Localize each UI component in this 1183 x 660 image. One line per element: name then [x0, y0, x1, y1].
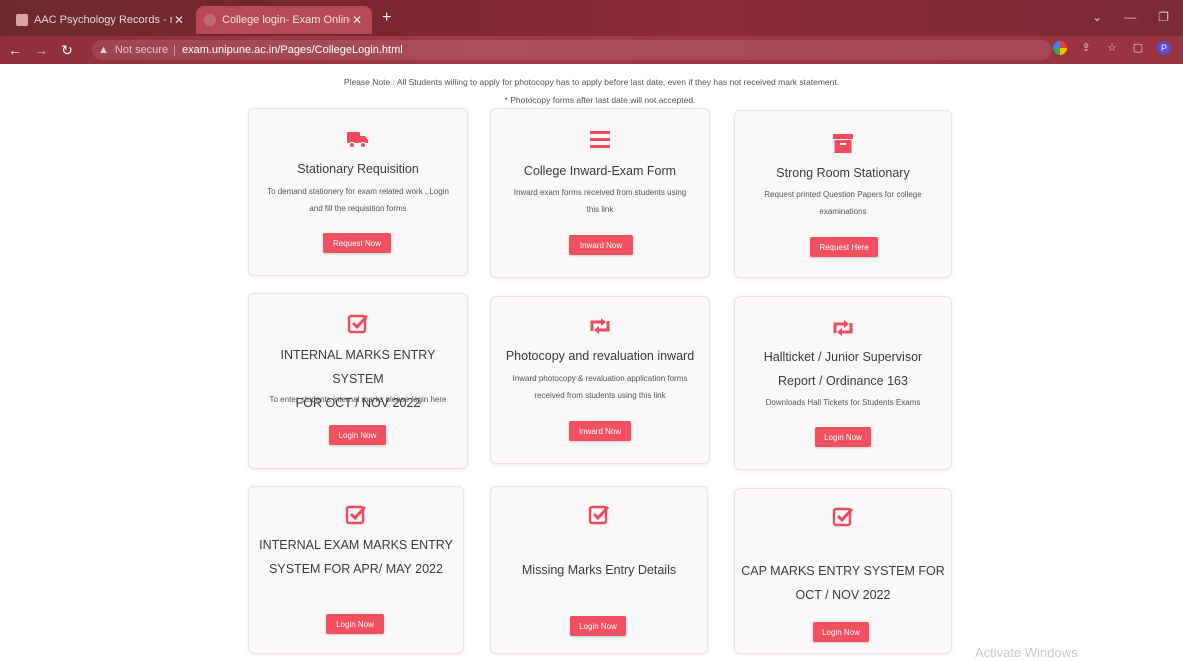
checkbox-icon [249, 312, 467, 341]
separator: | [173, 44, 176, 56]
card-title-line: CAP MARKS ENTRY SYSTEM FOR [741, 564, 945, 578]
menu-icon [491, 129, 709, 156]
browser-tab-2[interactable]: College login- Exam Online, Ex ✕ [196, 6, 372, 34]
card-title-line: SYSTEM FOR APR/ MAY 2022 [269, 562, 443, 576]
warning-icon: ▲ [98, 44, 109, 56]
site-icon [204, 14, 216, 26]
photocopy-deadline-note: * Photocopy forms after last date will n… [504, 95, 696, 105]
security-label: Not secure [114, 44, 169, 56]
gmail-icon [16, 14, 28, 26]
card-hallticket-junior-supervisor: Hallticket / Junior Supervisor Report / … [734, 296, 952, 470]
request-here-button[interactable]: Request Here [810, 237, 878, 257]
login-now-button[interactable]: Login Now [813, 622, 869, 642]
forward-icon[interactable]: → [30, 42, 52, 58]
card-description-line: To enter students internal marks please … [269, 395, 447, 404]
card-internal-marks-entry: INTERNAL MARKS ENTRY SYSTEM FOR OCT / NO… [248, 293, 468, 469]
url-text: exam.unipune.ac.in/Pages/CollegeLogin.ht… [181, 44, 403, 56]
card-title-line: INTERNAL EXAM MARKS ENTRY [259, 538, 453, 552]
card-description-line: Inward photocopy & revaluation applicati… [512, 374, 688, 383]
card-title: INTERNAL EXAM MARKS ENTRY SYSTEM FOR APR… [255, 533, 457, 581]
retweet-icon [491, 315, 709, 342]
truck-icon [249, 127, 467, 156]
close-tab-icon[interactable]: ✕ [350, 13, 364, 27]
share-icon[interactable]: ⇪ [1079, 41, 1093, 55]
card-title-line: Strong Room Stationary [776, 166, 910, 180]
chevron-down-icon[interactable]: ⌄ [1092, 10, 1102, 24]
card-title: Photocopy and revaluation inward [497, 344, 703, 368]
close-tab-icon[interactable]: ✕ [172, 13, 186, 27]
archive-icon [735, 131, 951, 160]
card-description: Request printed Question Papers for coll… [743, 186, 943, 220]
card-college-inward-exam-form: College Inward-Exam Form Inward exam for… [490, 108, 710, 278]
toolbar-icons: ⇪ ☆ ▢ P [1053, 41, 1171, 55]
card-description: Inward exam forms received from students… [499, 184, 701, 218]
card-photocopy-revaluation-inward: Photocopy and revaluation inward Inward … [490, 296, 710, 464]
login-now-button[interactable]: Login Now [326, 614, 384, 634]
card-title-line: College Inward-Exam Form [523, 164, 677, 178]
card-description: Inward photocopy & revaluation applicati… [499, 370, 701, 404]
profile-avatar[interactable]: P [1157, 41, 1171, 55]
maximize-icon[interactable]: ❐ [1158, 10, 1169, 24]
window-controls: ⌄ — ❐ [1092, 10, 1169, 24]
card-strong-room-stationary: Strong Room Stationary Request printed Q… [734, 110, 952, 278]
card-description-line: Request printed Question Papers for coll… [764, 190, 922, 199]
card-description: Downloads Hall Tickets for Students Exam… [743, 394, 943, 411]
card-description: To demand stationery for exam related wo… [257, 183, 459, 217]
card-cap-marks-entry: CAP MARKS ENTRY SYSTEM FOR OCT / NOV 202… [734, 488, 952, 654]
activate-windows-watermark: Activate Windows [975, 645, 1078, 660]
sidebar-icon[interactable]: ▢ [1131, 41, 1145, 55]
card-description-line: this link [586, 205, 614, 214]
card-title: Stationary Requisition [255, 157, 461, 181]
card-title-line: Hallticket / Junior Supervisor [763, 350, 923, 364]
browser-tab-bar: AAC Psychology Records - msc ✕ College l… [0, 0, 1183, 36]
login-now-button[interactable]: Login Now [329, 425, 386, 445]
card-description-line: Inward exam forms received from students… [513, 188, 687, 197]
reload-icon[interactable]: ↻ [56, 42, 78, 59]
star-icon[interactable]: ☆ [1105, 41, 1119, 55]
checkbox-icon [491, 503, 707, 532]
card-title-line: Photocopy and revaluation inward [505, 349, 695, 363]
card-description: To enter students internal marks please … [257, 391, 459, 408]
inward-now-button[interactable]: Inward Now [569, 235, 633, 255]
retweet-icon [735, 317, 951, 344]
browser-tab-1[interactable]: AAC Psychology Records - msc ✕ [8, 6, 194, 34]
card-description-line: Downloads Hall Tickets for Students Exam… [765, 398, 921, 407]
new-tab-button[interactable]: + [382, 10, 391, 26]
card-title-line: INTERNAL MARKS ENTRY SYSTEM [280, 348, 436, 386]
card-title: Strong Room Stationary [741, 161, 945, 185]
address-bar-row: ← → ↻ ▲ Not secure | exam.unipune.ac.in/… [0, 36, 1183, 64]
card-description-line: To demand stationery for exam related wo… [267, 187, 449, 196]
inward-now-button[interactable]: Inward Now [569, 421, 631, 441]
tab-title: AAC Psychology Records - msc [34, 14, 172, 26]
tab-title: College login- Exam Online, Ex [222, 14, 350, 26]
card-missing-marks-entry: Missing Marks Entry Details Login Now [490, 486, 708, 654]
address-bar[interactable]: ▲ Not secure | exam.unipune.ac.in/Pages/… [92, 40, 1052, 60]
card-title-line: Report / Ordinance 163 [778, 374, 908, 388]
card-title: CAP MARKS ENTRY SYSTEM FOR OCT / NOV 202… [741, 559, 945, 607]
card-title-line: Stationary Requisition [297, 162, 419, 176]
minimize-icon[interactable]: — [1124, 10, 1136, 24]
card-description-line: and fill the requisition forms [309, 204, 407, 213]
request-now-button[interactable]: Request Now [323, 233, 391, 253]
card-title: Missing Marks Entry Details [497, 558, 701, 582]
checkbox-icon [735, 505, 951, 534]
card-title: College Inward-Exam Form [497, 159, 703, 183]
card-title-line: OCT / NOV 2022 [795, 588, 891, 602]
card-title-line: Missing Marks Entry Details [521, 563, 677, 577]
login-now-button[interactable]: Login Now [570, 616, 626, 636]
card-description-line: examinations [819, 207, 867, 216]
card-title: Hallticket / Junior Supervisor Report / … [741, 345, 945, 393]
card-description-line: received from students using this link [534, 391, 666, 400]
card-internal-exam-marks-entry: INTERNAL EXAM MARKS ENTRY SYSTEM FOR APR… [248, 486, 464, 654]
back-icon[interactable]: ← [4, 42, 26, 58]
login-now-button[interactable]: Login Now [815, 427, 871, 447]
photocopy-note: Please Note : All Students willing to ap… [343, 77, 840, 87]
card-stationary-requisition: Stationary Requisition To demand station… [248, 108, 468, 276]
checkbox-icon [249, 503, 463, 532]
google-icon[interactable] [1053, 41, 1067, 55]
